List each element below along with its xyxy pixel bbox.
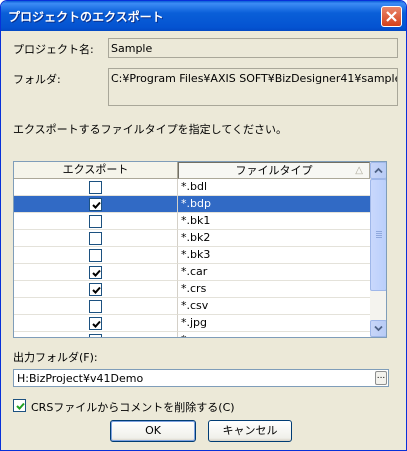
checkmark-icon: [16, 402, 25, 410]
export-cell: [14, 298, 178, 315]
export-cell: [14, 196, 178, 213]
export-cell: [14, 281, 178, 298]
checkmark-icon: [92, 320, 101, 328]
filetype-cell: *.jpg: [178, 315, 370, 332]
remove-comments-checkbox[interactable]: [13, 399, 26, 412]
filetype-cell: *.car: [178, 264, 370, 281]
table-row[interactable]: *.bdp: [14, 196, 370, 213]
cancel-button[interactable]: キャンセル: [208, 420, 292, 442]
export-checkbox[interactable]: [89, 181, 102, 194]
export-dialog: プロジェクトのエクスポート プロジェクト名: Sample フォルダ: C:¥P…: [0, 0, 407, 451]
filetype-cell: *.: [178, 332, 370, 337]
folder-field: C:¥Program Files¥AXIS SOFT¥BizDesigner41…: [108, 68, 398, 106]
scroll-down-button[interactable]: [370, 320, 386, 337]
chevron-up-icon: [374, 167, 383, 174]
export-checkbox[interactable]: [89, 300, 102, 313]
table-row[interactable]: *.car: [14, 264, 370, 281]
export-cell: [14, 230, 178, 247]
filetype-cell: *.csv: [178, 298, 370, 315]
vertical-scrollbar[interactable]: [370, 162, 386, 337]
export-cell: [14, 213, 178, 230]
table-row[interactable]: *.: [14, 332, 370, 337]
ok-button[interactable]: OK: [110, 420, 196, 442]
header-export[interactable]: エクスポート: [14, 162, 178, 179]
table-row[interactable]: *.crs: [14, 281, 370, 298]
header-filetype[interactable]: ファイルタイプ △: [178, 162, 370, 179]
export-cell: [14, 315, 178, 332]
filetype-cell: *.bk3: [178, 247, 370, 264]
window-title: プロジェクトのエクスポート: [8, 10, 164, 24]
export-checkbox[interactable]: [89, 283, 102, 296]
filetype-cell: *.crs: [178, 281, 370, 298]
table-header: エクスポート ファイルタイプ △: [14, 162, 370, 179]
header-filetype-label: ファイルタイプ: [235, 164, 313, 177]
export-checkbox[interactable]: [89, 317, 102, 330]
table-row[interactable]: *.csv: [14, 298, 370, 315]
table-row[interactable]: *.jpg: [14, 315, 370, 332]
export-cell: [14, 247, 178, 264]
checkmark-icon: [92, 286, 101, 294]
close-button[interactable]: [381, 6, 402, 27]
filetype-cell: *.bdl: [178, 179, 370, 196]
close-icon: [386, 11, 397, 22]
instruction-text: エクスポートするファイルタイプを指定してください。: [13, 123, 288, 136]
table-row[interactable]: *.bk3: [14, 247, 370, 264]
table-row[interactable]: *.bdl: [14, 179, 370, 196]
output-folder-input[interactable]: H:BizProject¥v41Demo: [13, 369, 389, 387]
browse-button[interactable]: ...: [375, 371, 387, 385]
scroll-up-button[interactable]: [370, 162, 386, 179]
export-checkbox[interactable]: [89, 266, 102, 279]
table-row[interactable]: *.bk1: [14, 213, 370, 230]
project-name-label: プロジェクト名:: [13, 43, 94, 56]
export-checkbox[interactable]: [89, 198, 102, 211]
checkmark-icon: [92, 269, 101, 277]
filetype-cell: *.bk1: [178, 213, 370, 230]
export-checkbox[interactable]: [89, 249, 102, 262]
filetype-table[interactable]: エクスポート ファイルタイプ △ *.bdl *.bdp *.bk1 *.bk2 *.b…: [13, 161, 387, 338]
export-checkbox[interactable]: [89, 215, 102, 228]
export-cell: [14, 264, 178, 281]
export-checkbox[interactable]: [89, 334, 102, 337]
table-row[interactable]: *.bk2: [14, 230, 370, 247]
export-cell: [14, 332, 178, 337]
project-name-field: Sample: [108, 38, 398, 58]
filetype-cell: *.bdp: [178, 196, 370, 213]
checkmark-icon: [92, 201, 101, 209]
export-checkbox[interactable]: [89, 232, 102, 245]
title-bar[interactable]: プロジェクトのエクスポート: [1, 1, 406, 31]
remove-comments-label[interactable]: CRSファイルからコメントを削除する(C): [31, 399, 235, 415]
sort-ascending-icon: △: [355, 165, 363, 176]
output-folder-label: 出力フォルダ(F):: [13, 351, 98, 364]
filetype-cell: *.bk2: [178, 230, 370, 247]
chevron-down-icon: [374, 325, 383, 332]
export-cell: [14, 179, 178, 196]
folder-label: フォルダ:: [13, 73, 61, 86]
scroll-thumb[interactable]: [370, 179, 386, 291]
